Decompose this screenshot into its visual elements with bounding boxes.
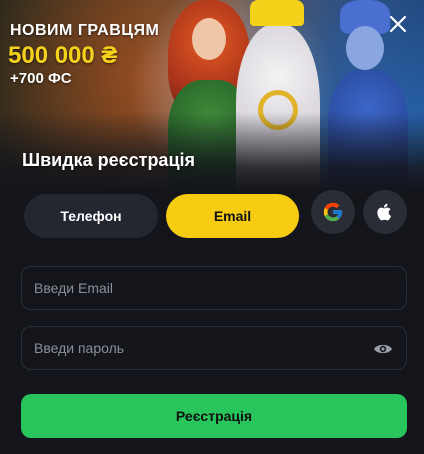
tab-email-label: Email [213,208,252,224]
google-icon [323,202,343,222]
character-redhead-face [192,18,226,60]
password-field[interactable] [22,327,406,369]
close-icon [389,15,407,33]
tab-phone[interactable]: Телефон [24,194,158,238]
promo-bonus-amount: 500 000 ₴ [8,42,118,69]
register-button[interactable]: Реєстрація [21,394,407,438]
email-field[interactable] [22,267,406,309]
promo-free-spins: +700 ФС [10,70,72,87]
email-field-wrapper [21,266,407,310]
modal-title: Швидка реєстрація [22,150,196,170]
toggle-password-visibility[interactable] [372,339,394,359]
apple-login-button[interactable] [363,190,407,234]
close-button[interactable] [384,10,412,38]
tab-email[interactable]: Email [166,194,299,238]
apple-icon [377,203,392,221]
eye-icon [374,344,392,354]
character-genie-face [346,26,384,70]
character-ghost-cap [250,0,304,26]
google-login-button[interactable] [311,190,355,234]
promo-headline: НОВИМ ГРАВЦЯМ [10,22,160,39]
tab-phone-label: Телефон [60,208,122,224]
password-field-wrapper [21,326,407,370]
